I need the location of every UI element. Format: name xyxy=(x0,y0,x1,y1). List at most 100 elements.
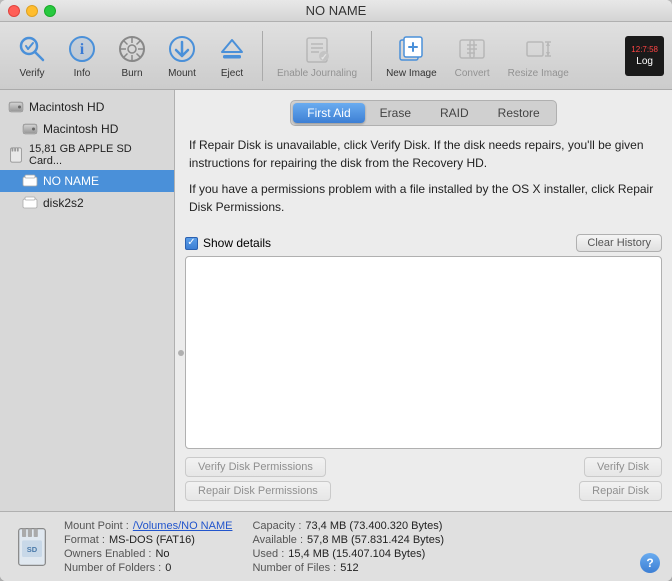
sd-card-icon xyxy=(8,147,24,163)
resize-image-label: Resize Image xyxy=(508,68,569,79)
convert-button[interactable]: Convert xyxy=(447,29,498,83)
mount-label: Mount xyxy=(168,68,196,79)
clear-history-button[interactable]: Clear History xyxy=(576,234,662,252)
mount-point-value[interactable]: /Volumes/NO NAME xyxy=(133,520,233,532)
sidebar-item-macintosh-hd-child[interactable]: Macintosh HD xyxy=(0,118,174,140)
info-icon: i xyxy=(66,33,98,65)
svg-text:SD: SD xyxy=(27,545,38,554)
minimize-button[interactable] xyxy=(26,5,38,17)
show-details-checkbox[interactable]: ✓ xyxy=(185,237,198,250)
verify-label: Verify xyxy=(19,68,44,79)
capacity-label: Capacity : xyxy=(252,520,301,532)
toolbar-separator-2 xyxy=(371,31,372,81)
new-image-button[interactable]: New Image xyxy=(378,29,445,83)
available-value: 57,8 MB (57.831.424 Bytes) xyxy=(307,534,444,546)
format-label: Format : xyxy=(64,534,105,546)
log-button[interactable]: 12:7:58 Log xyxy=(625,36,664,76)
enable-journaling-button[interactable]: ✓ Enable Journaling xyxy=(269,29,365,83)
help-button[interactable]: ? xyxy=(640,553,660,573)
info-label: Info xyxy=(74,68,91,79)
journaling-icon: ✓ xyxy=(301,33,333,65)
repair-disk-permissions-button[interactable]: Repair Disk Permissions xyxy=(185,481,331,501)
available-label: Available : xyxy=(252,534,303,546)
convert-label: Convert xyxy=(455,68,490,79)
log-time: 12:7:58 xyxy=(631,45,658,54)
mount-point-label: Mount Point : xyxy=(64,520,129,532)
used-label: Used : xyxy=(252,548,284,560)
traffic-lights xyxy=(8,5,56,17)
repair-disk-button[interactable]: Repair Disk xyxy=(579,481,662,501)
sidebar-item-no-name[interactable]: NO NAME xyxy=(0,170,174,192)
svg-text:i: i xyxy=(80,41,85,58)
close-button[interactable] xyxy=(8,5,20,17)
info-button[interactable]: i Info xyxy=(58,29,106,83)
volume-icon xyxy=(22,173,38,189)
sidebar-item-sd-card[interactable]: 15,81 GB APPLE SD Card... xyxy=(0,140,174,170)
sidebar-item-label: NO NAME xyxy=(43,174,99,188)
show-details-row: ✓ Show details Clear History xyxy=(185,234,662,252)
sidebar: Macintosh HD Macintosh HD xyxy=(0,90,175,511)
eject-label: Eject xyxy=(221,68,243,79)
journaling-label: Enable Journaling xyxy=(277,68,357,79)
status-bar: SD Mount Point : /Volumes/NO NAME Format… xyxy=(0,511,672,581)
status-info: Mount Point : /Volumes/NO NAME Format : … xyxy=(64,520,628,574)
disk-icon xyxy=(22,195,38,211)
capacity-value: 73,4 MB (73.400.320 Bytes) xyxy=(305,520,442,532)
owners-row: Owners Enabled : No xyxy=(64,548,232,560)
mount-point-row: Mount Point : /Volumes/NO NAME xyxy=(64,520,232,532)
verify-icon xyxy=(16,33,48,65)
toolbar-separator-1 xyxy=(262,31,263,81)
folders-row: Number of Folders : 0 xyxy=(64,562,232,574)
format-row: Format : MS-DOS (FAT16) xyxy=(64,534,232,546)
burn-icon xyxy=(116,33,148,65)
show-details-left: ✓ Show details xyxy=(185,236,271,250)
resize-icon xyxy=(522,33,554,65)
tab-raid[interactable]: RAID xyxy=(426,103,483,123)
sidebar-item-label: 15,81 GB APPLE SD Card... xyxy=(29,143,166,167)
files-row: Number of Files : 512 xyxy=(252,562,444,574)
info-section: If Repair Disk is unavailable, click Ver… xyxy=(185,136,662,224)
resize-image-button[interactable]: Resize Image xyxy=(500,29,577,83)
tab-erase[interactable]: Erase xyxy=(366,103,425,123)
main-window: NO NAME Verify i xyxy=(0,0,672,581)
show-details-label: Show details xyxy=(203,236,271,250)
hd-icon xyxy=(8,99,24,115)
sidebar-item-label: Macintosh HD xyxy=(29,100,104,114)
log-label: Log xyxy=(636,56,653,67)
main-content: Macintosh HD Macintosh HD xyxy=(0,90,672,511)
burn-label: Burn xyxy=(121,68,142,79)
tab-first-aid[interactable]: First Aid xyxy=(293,103,364,123)
tab-restore[interactable]: Restore xyxy=(484,103,554,123)
available-row: Available : 57,8 MB (57.831.424 Bytes) xyxy=(252,534,444,546)
sidebar-item-disk2s2[interactable]: disk2s2 xyxy=(0,192,174,214)
used-value: 15,4 MB (15.407.104 Bytes) xyxy=(288,548,425,560)
verify-disk-permissions-button[interactable]: Verify Disk Permissions xyxy=(185,457,326,477)
sidebar-item-label: Macintosh HD xyxy=(43,122,118,136)
files-value: 512 xyxy=(340,562,358,574)
mount-button[interactable]: Mount xyxy=(158,29,206,83)
window-title: NO NAME xyxy=(306,3,367,18)
info-col-right: Capacity : 73,4 MB (73.400.320 Bytes) Av… xyxy=(252,520,444,574)
verify-disk-button[interactable]: Verify Disk xyxy=(584,457,662,477)
used-row: Used : 15,4 MB (15.407.104 Bytes) xyxy=(252,548,444,560)
new-image-icon xyxy=(395,33,427,65)
mount-icon xyxy=(166,33,198,65)
status-device-icon: SD xyxy=(12,527,52,567)
convert-icon xyxy=(456,33,488,65)
info-col-left: Mount Point : /Volumes/NO NAME Format : … xyxy=(64,520,232,574)
format-value: MS-DOS (FAT16) xyxy=(109,534,195,546)
owners-label: Owners Enabled : xyxy=(64,548,151,560)
verify-button[interactable]: Verify xyxy=(8,29,56,83)
action-buttons-row-2: Repair Disk Permissions Repair Disk xyxy=(185,481,662,501)
sidebar-item-label: disk2s2 xyxy=(43,196,84,210)
capacity-row: Capacity : 73,4 MB (73.400.320 Bytes) xyxy=(252,520,444,532)
burn-button[interactable]: Burn xyxy=(108,29,156,83)
info-text-2: If you have a permissions problem with a… xyxy=(189,180,658,216)
scroll-indicator xyxy=(178,350,184,356)
new-image-label: New Image xyxy=(386,68,437,79)
hd-small-icon xyxy=(22,121,38,137)
maximize-button[interactable] xyxy=(44,5,56,17)
sidebar-item-macintosh-hd-parent[interactable]: Macintosh HD xyxy=(0,96,174,118)
eject-button[interactable]: Eject xyxy=(208,29,256,83)
toolbar: Verify i Info xyxy=(0,22,672,90)
